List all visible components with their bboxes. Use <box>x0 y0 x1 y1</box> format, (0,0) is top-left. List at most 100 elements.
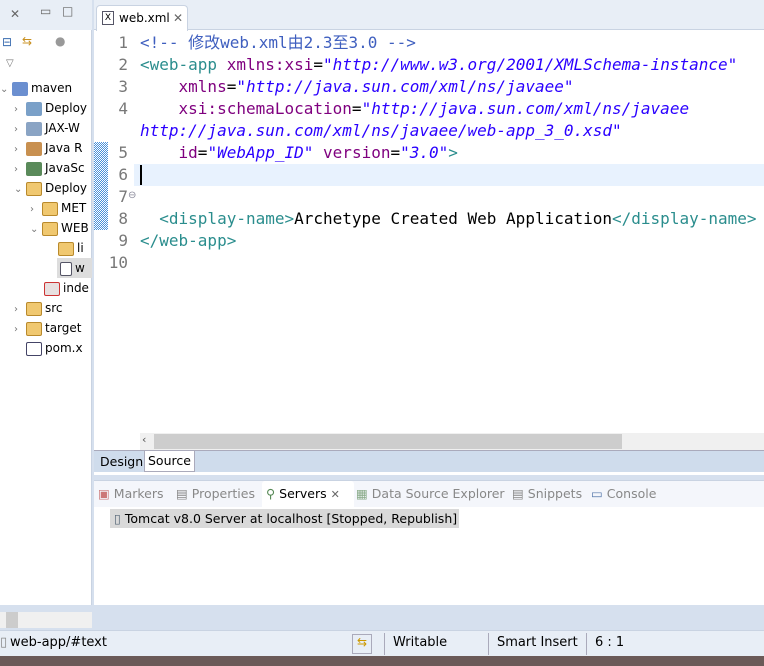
tree-item[interactable]: ⌄ Deploy <box>14 178 87 198</box>
tab-console[interactable]: ▭ Console <box>591 481 656 507</box>
tab-servers[interactable]: ⚲ Servers ✕ <box>262 481 354 507</box>
tab-web-xml[interactable]: X web.xml ✕ <box>96 5 188 31</box>
close-tab-icon[interactable]: ✕ <box>173 6 183 30</box>
tab-markers[interactable]: ▣ Markers <box>98 481 164 507</box>
tree-item[interactable]: inde <box>44 278 89 298</box>
tab-properties[interactable]: ▤ Properties <box>176 481 255 507</box>
view-menu-icon[interactable]: ▽ <box>6 58 14 69</box>
folder-icon <box>26 181 42 196</box>
code-row-6: 6 <box>94 164 764 186</box>
line-number: 10 <box>108 253 128 272</box>
jsp-file-icon <box>44 281 60 296</box>
code-row-1: 1 <!-- 修改web.xml由2.3至3.0 --> <box>94 32 764 54</box>
server-list-item[interactable]: ▯ Tomcat v8.0 Server at localhost [Stopp… <box>110 509 460 528</box>
data-source-icon: ▦ <box>356 486 368 501</box>
code-line-9[interactable]: </web-app> <box>140 230 764 252</box>
javascript-icon <box>26 161 42 176</box>
text-cursor <box>140 165 142 185</box>
properties-icon: ▤ <box>176 486 188 501</box>
xml-file-icon: X <box>102 11 114 25</box>
code-line-10[interactable] <box>140 252 764 274</box>
code-line-5[interactable]: id="WebApp_ID" version="3.0"> <box>140 142 764 164</box>
tab-snippets[interactable]: ▤ Snippets <box>512 481 582 507</box>
folder-icon <box>26 321 42 336</box>
tab-data-source-explorer[interactable]: ▦ Data Source Explorer <box>356 481 505 507</box>
status-cursor-position: 6 : 1 <box>595 635 625 650</box>
status-path: web-app/#text <box>10 635 107 650</box>
project-explorer: ✕ ▭ □ ⊟ ⇆ ● ▽ ⌄ maven › Deploy › JAX-W › Jav… <box>0 0 92 628</box>
java-resources-icon <box>26 141 42 156</box>
close-icon[interactable]: ✕ <box>10 7 20 21</box>
folder-icon <box>58 241 74 256</box>
servers-icon: ⚲ <box>266 486 276 501</box>
tab-source[interactable]: Source <box>144 451 195 472</box>
code-row-2: 2 <web-app xmlns:xsi="http://www.w3.org/… <box>94 54 764 76</box>
tree-item[interactable]: › target <box>14 318 82 338</box>
project-icon <box>12 81 28 96</box>
scrollbar-thumb[interactable] <box>154 434 622 449</box>
code-area[interactable]: 1 <!-- 修改web.xml由2.3至3.0 --> 2 <web-app … <box>94 32 764 274</box>
tree-item[interactable]: › Deploy <box>14 98 87 118</box>
line-number: 9 <box>118 231 128 250</box>
code-line-3[interactable]: xmlns="http://java.sun.com/xml/ns/javaee… <box>140 76 764 98</box>
desktop-strip <box>0 656 764 666</box>
line-number: 1 <box>118 33 128 52</box>
folder-icon <box>26 301 42 316</box>
views-panel: ▣ Markers ▤ Properties ⚲ Servers ✕ ▦ Dat… <box>94 480 764 605</box>
editor-horizontal-scrollbar[interactable]: ‹ <box>140 433 764 450</box>
code-row-5: 5 id="WebApp_ID" version="3.0"> <box>94 142 764 164</box>
code-row-4: 4 xsi:schemaLocation="http://java.sun.co… <box>94 98 764 142</box>
markers-icon: ▣ <box>98 486 110 501</box>
code-line-2[interactable]: <web-app xmlns:xsi="http://www.w3.org/20… <box>140 54 764 76</box>
status-writable: Writable <box>393 635 448 650</box>
editor-tab-bar: X web.xml ✕ <box>94 0 764 31</box>
console-icon: ▭ <box>591 486 603 501</box>
code-row-7: 7 ⊖ <box>94 186 764 208</box>
folder-icon <box>42 221 58 236</box>
fold-toggle-icon[interactable]: ⊖ <box>128 190 136 201</box>
tree-item[interactable]: › src <box>14 298 63 318</box>
code-line-7[interactable] <box>140 186 764 208</box>
tree-item[interactable]: ⌄ WEB <box>30 218 89 238</box>
code-line-8[interactable]: <display-name>Archetype Created Web Appl… <box>140 208 764 230</box>
explorer-toolbar: ✕ ▭ □ <box>0 0 92 30</box>
jaxws-icon <box>26 121 42 136</box>
filter-icon[interactable]: ● <box>55 34 65 48</box>
line-number: 7 <box>118 187 128 206</box>
code-line-4[interactable]: xsi:schemaLocation="http://java.sun.com/… <box>140 98 764 142</box>
code-line-6[interactable] <box>140 164 764 186</box>
maximize-icon[interactable]: □ <box>62 4 73 18</box>
tree-item[interactable]: › JAX-W <box>14 118 80 138</box>
code-line-1[interactable]: <!-- 修改web.xml由2.3至3.0 --> <box>140 32 764 54</box>
server-icon: ▯ <box>114 511 121 526</box>
sync-icon[interactable]: ⇆ <box>352 634 372 654</box>
code-row-9: 9 </web-app> <box>94 230 764 252</box>
status-bar: ▯ web-app/#text ⇆ Writable Smart Insert … <box>0 630 764 656</box>
line-number: 5 <box>118 143 128 162</box>
line-number: 3 <box>118 77 128 96</box>
collapse-all-icon[interactable]: ⊟ <box>2 35 12 49</box>
explorer-horizontal-scrollbar[interactable] <box>0 612 92 628</box>
code-row-10: 10 <box>94 252 764 274</box>
file-icon: ▯ <box>0 635 8 650</box>
tree-item[interactable]: pom.x <box>26 338 83 358</box>
editor-page-tabs: Design Source <box>94 450 764 472</box>
tree-item-maven[interactable]: ⌄ maven <box>0 78 72 98</box>
deploy-icon <box>26 101 42 116</box>
tree-item[interactable]: › Java R <box>14 138 83 158</box>
scroll-left-icon[interactable]: ‹ <box>142 433 146 446</box>
link-editor-icon[interactable]: ⇆ <box>22 34 32 48</box>
line-number: 2 <box>118 55 128 74</box>
tree-item[interactable]: › JavaSc <box>14 158 85 178</box>
xml-file-icon <box>60 261 72 276</box>
minimize-icon[interactable]: ▭ <box>40 4 51 18</box>
folder-icon <box>42 201 58 216</box>
tree-item-selected[interactable]: w <box>57 258 92 278</box>
close-tab-icon[interactable]: ✕ <box>331 488 340 501</box>
line-number: 4 <box>118 99 128 118</box>
tree-item[interactable]: › MET <box>30 198 86 218</box>
tab-design[interactable]: Design <box>100 454 143 469</box>
snippets-icon: ▤ <box>512 486 524 501</box>
xml-editor: X web.xml ✕ 1 <!-- 修改web.xml由2.3至3.0 -->… <box>94 0 764 475</box>
tree-item[interactable]: li <box>58 238 84 258</box>
